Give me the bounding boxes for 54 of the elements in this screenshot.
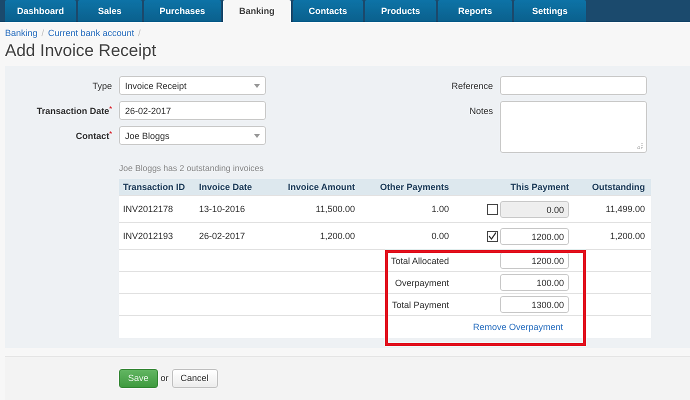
total-label: Total Allocated [390, 256, 450, 266]
caret-icon [254, 134, 260, 138]
input-field[interactable] [500, 76, 647, 95]
notes-field[interactable] [500, 101, 647, 153]
column-header: Invoice Date [198, 182, 254, 192]
table-cell-text: 1,200.00 [318, 231, 356, 241]
column-header: Other Payments [378, 182, 450, 192]
field-label: Reference [450, 80, 493, 91]
resize-grip-icon [637, 143, 643, 149]
total-field[interactable]: 1200.00 [500, 252, 569, 269]
or-text: or [160, 373, 169, 383]
field-label: Notes [468, 105, 493, 116]
nav-tab[interactable]: Reports [438, 0, 512, 22]
nav-tab[interactable]: Purchases [144, 0, 222, 22]
page-title: Add Invoice Receipt [5, 41, 158, 62]
caret-icon [254, 84, 260, 88]
table-cell-text: 13-10-2016 [198, 204, 246, 214]
nav-tab[interactable]: Dashboard [5, 0, 76, 22]
input-field[interactable]: 26-02-2017 [119, 101, 266, 120]
total-label: Overpayment [394, 278, 450, 288]
field-label: Type [91, 80, 112, 91]
table-cell-text: 26-02-2017 [198, 231, 246, 241]
breadcrumb-link[interactable]: Banking [5, 28, 38, 38]
total-field[interactable]: 100.00 [500, 274, 569, 291]
select-field[interactable]: Joe Bloggs [119, 126, 266, 145]
cancel-button[interactable]: Cancel [172, 368, 218, 388]
nav-tab[interactable]: Contacts [292, 0, 364, 22]
table-cell-text: 1,200.00 [608, 231, 646, 241]
nav-tab[interactable]: Sales [78, 0, 142, 22]
total-label: Total Payment [390, 300, 450, 310]
column-header: This Payment [509, 182, 570, 192]
checkbox[interactable] [487, 204, 498, 214]
checkbox[interactable] [487, 230, 498, 242]
select-field[interactable]: Invoice Receipt [119, 76, 266, 95]
table-cell-text: INV2012178 [122, 204, 174, 214]
payment-field[interactable]: 1200.00 [500, 228, 569, 244]
payment-field[interactable]: 0.00 [500, 200, 569, 218]
table-cell-text: 1.00 [430, 204, 450, 214]
nav-tab[interactable]: Settings [514, 0, 586, 22]
table-cell-text: INV2012193 [122, 231, 174, 241]
column-header: Outstanding [591, 182, 646, 192]
nav-tab[interactable]: Products [365, 0, 436, 22]
nav-tab[interactable]: Banking [223, 0, 291, 22]
table-cell-text: 11,500.00 [314, 204, 356, 214]
table-cell-text: 0.00 [430, 231, 450, 241]
remove-overpayment-link[interactable]: Remove Overpayment [472, 322, 563, 332]
breadcrumb-link[interactable]: Current bank account [48, 28, 134, 38]
table-cell-text: 11,499.00 [604, 204, 646, 214]
breadcrumb-separator: / [138, 28, 141, 38]
total-field[interactable]: 1300.00 [500, 296, 569, 313]
hint-text: Joe Bloggs has 2 outstanding invoices [119, 163, 265, 173]
column-header: Transaction ID [122, 182, 186, 192]
breadcrumb-separator: / [42, 28, 44, 38]
column-header: Invoice Amount [286, 182, 356, 192]
